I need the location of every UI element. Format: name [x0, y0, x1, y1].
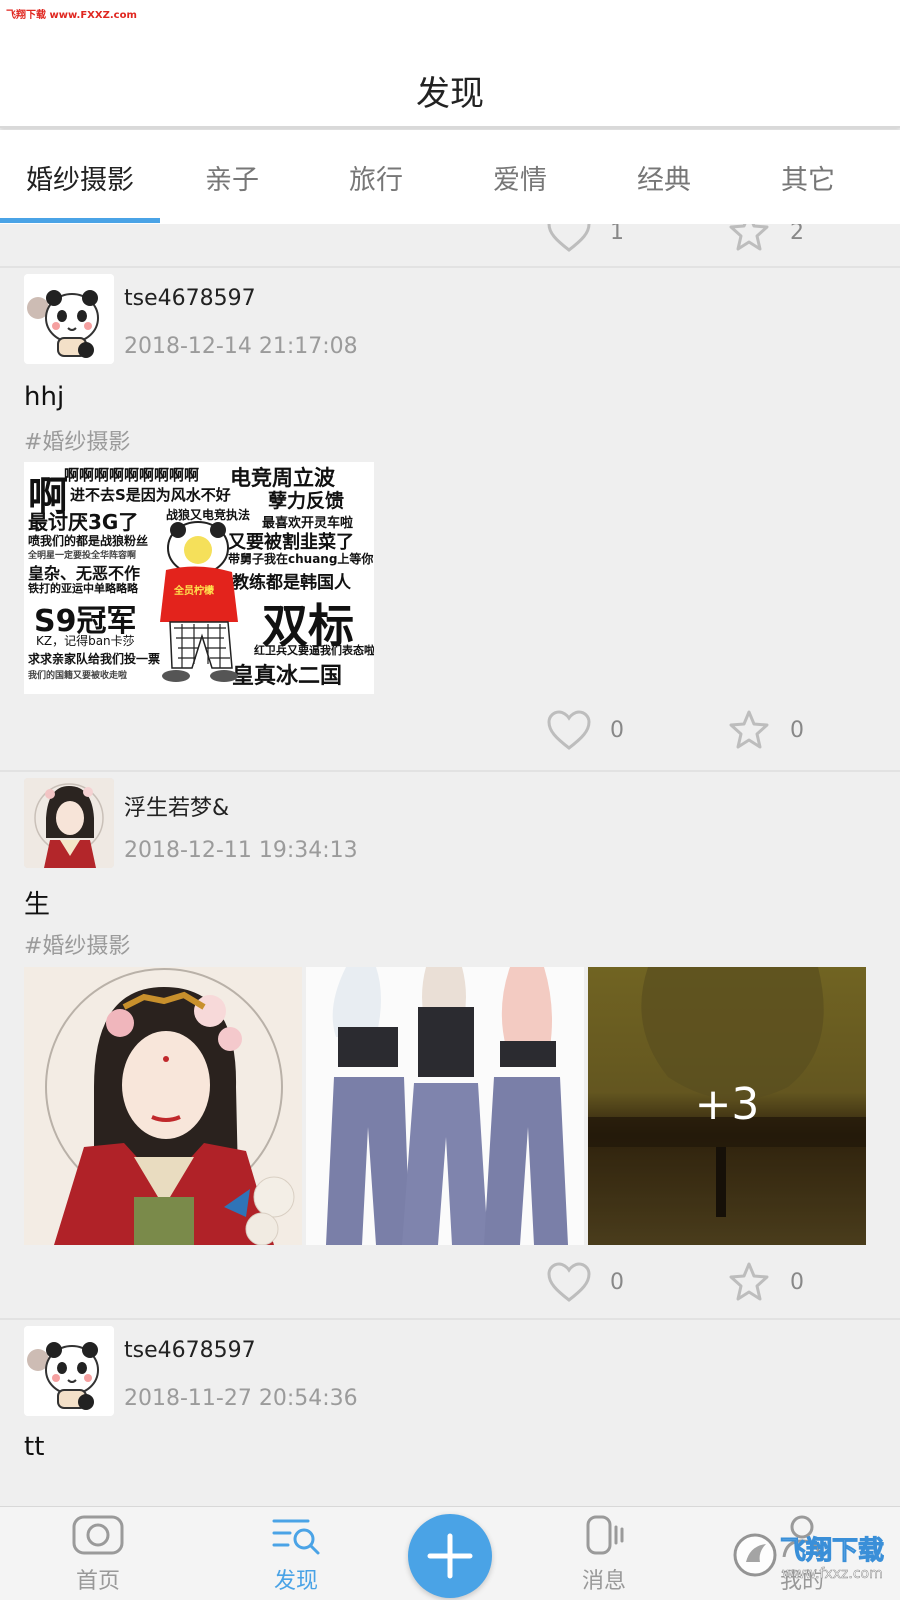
avatar[interactable]	[24, 778, 114, 868]
girl-avatar-image	[24, 778, 114, 868]
favorite-count: 0	[790, 1269, 804, 1295]
post-content: 生	[24, 890, 51, 920]
star-icon	[729, 710, 769, 749]
like-button[interactable]: 0	[546, 1260, 624, 1304]
favorite-button[interactable]: 0	[726, 708, 804, 752]
post-content: tt	[24, 1432, 45, 1462]
tab-wedding-photography[interactable]: 婚纱摄影	[8, 158, 152, 197]
partial-post-actions: 1 2	[0, 224, 900, 254]
post-image[interactable]	[306, 967, 584, 1245]
brand-logo-url: www.fxxz.com	[782, 1566, 883, 1583]
plus-icon	[427, 1533, 473, 1579]
more-images-count: +3	[694, 1079, 760, 1130]
category-tabs: 婚纱摄影 亲子 旅行 爱情 经典 其它	[0, 130, 900, 224]
star-icon	[729, 224, 769, 251]
post-card[interactable]: tse4678597 2018-12-14 21:17:08 hhj #婚纱摄影…	[0, 268, 900, 780]
camera-icon	[72, 1515, 124, 1555]
post-actions: 0 0	[0, 708, 900, 752]
favorite-count: 0	[790, 717, 804, 743]
post-actions: 0 0	[0, 1260, 900, 1304]
discover-icon	[272, 1519, 320, 1555]
discover-screen: 飞翔下载 www.FXXZ.com 发现 婚纱摄影 亲子 旅行 爱情 经典 其它…	[0, 0, 900, 1600]
like-count: 0	[610, 1269, 624, 1295]
star-icon	[729, 1262, 769, 1301]
add-post-button[interactable]	[408, 1514, 492, 1598]
panda-avatar-image	[24, 274, 114, 364]
post-feed[interactable]: 1 2 tse4678597 2018-12-14 21:17:08 hhj #…	[0, 224, 900, 1506]
favorite-count: 2	[790, 224, 804, 245]
like-button[interactable]: 1	[546, 224, 624, 254]
post-card[interactable]: tse4678597 2018-11-27 20:54:36 tt	[0, 1320, 900, 1506]
post-tag[interactable]: #婚纱摄影	[24, 424, 130, 456]
post-image[interactable]: 啊 啊啊啊啊啊啊啊啊啊 电竞周立波 进不去S是因为风水不好 孽力反馈 最讨厌3G…	[24, 462, 374, 694]
username[interactable]: 浮生若梦&	[124, 790, 229, 822]
nav-label: 首页	[75, 1569, 120, 1594]
avatar[interactable]	[24, 1326, 114, 1416]
post-time: 2018-12-11 19:34:13	[124, 838, 358, 863]
illustration-girl-image	[24, 967, 302, 1245]
meme-character-illustration	[160, 521, 238, 682]
post-time: 2018-12-14 21:17:08	[124, 334, 358, 359]
nav-discover[interactable]: 发现	[236, 1507, 356, 1600]
nav-home[interactable]: 首页	[38, 1507, 158, 1600]
like-count: 0	[610, 717, 624, 743]
nav-label: 发现	[273, 1569, 318, 1594]
watermark-text: 飞翔下载 www.FXXZ.com	[6, 10, 137, 21]
favorite-button[interactable]: 0	[726, 1260, 804, 1304]
post-image-more[interactable]: +3	[588, 967, 866, 1245]
favorite-button[interactable]: 2	[726, 224, 804, 254]
heart-icon	[547, 710, 591, 750]
tab-parent-child[interactable]: 亲子	[160, 158, 304, 197]
heart-icon	[547, 224, 591, 252]
post-card[interactable]: 浮生若梦& 2018-12-11 19:34:13 生 #婚纱摄影 +3 0 0	[0, 772, 900, 1320]
active-tab-indicator	[0, 218, 160, 223]
post-image[interactable]	[24, 967, 302, 1245]
brand-logo-text: 飞翔下载	[779, 1536, 885, 1567]
post-time: 2018-11-27 20:54:36	[124, 1386, 358, 1411]
username[interactable]: tse4678597	[124, 286, 256, 311]
message-icon	[586, 1515, 624, 1555]
panda-avatar-image	[24, 1326, 114, 1416]
avatar[interactable]	[24, 274, 114, 364]
page-title: 发现	[416, 74, 484, 114]
username[interactable]: tse4678597	[124, 1338, 256, 1363]
post-tag[interactable]: #婚纱摄影	[24, 928, 130, 960]
three-girls-jeans-image	[306, 967, 584, 1245]
brand-watermark-logo: 飞翔下载 www.fxxz.com	[732, 1530, 890, 1592]
nav-messages[interactable]: 消息	[544, 1507, 664, 1600]
tab-classic[interactable]: 经典	[592, 158, 736, 197]
post-content: hhj	[24, 382, 65, 412]
tab-other[interactable]: 其它	[736, 158, 880, 197]
tab-love[interactable]: 爱情	[448, 158, 592, 197]
nav-label: 消息	[581, 1569, 626, 1594]
heart-icon	[547, 1262, 591, 1302]
like-count: 1	[610, 224, 624, 245]
app-bar: 飞翔下载 www.FXXZ.com 发现	[0, 0, 900, 128]
like-button[interactable]: 0	[546, 708, 624, 752]
tab-travel[interactable]: 旅行	[304, 158, 448, 197]
brand-logo-icon	[733, 1533, 777, 1577]
